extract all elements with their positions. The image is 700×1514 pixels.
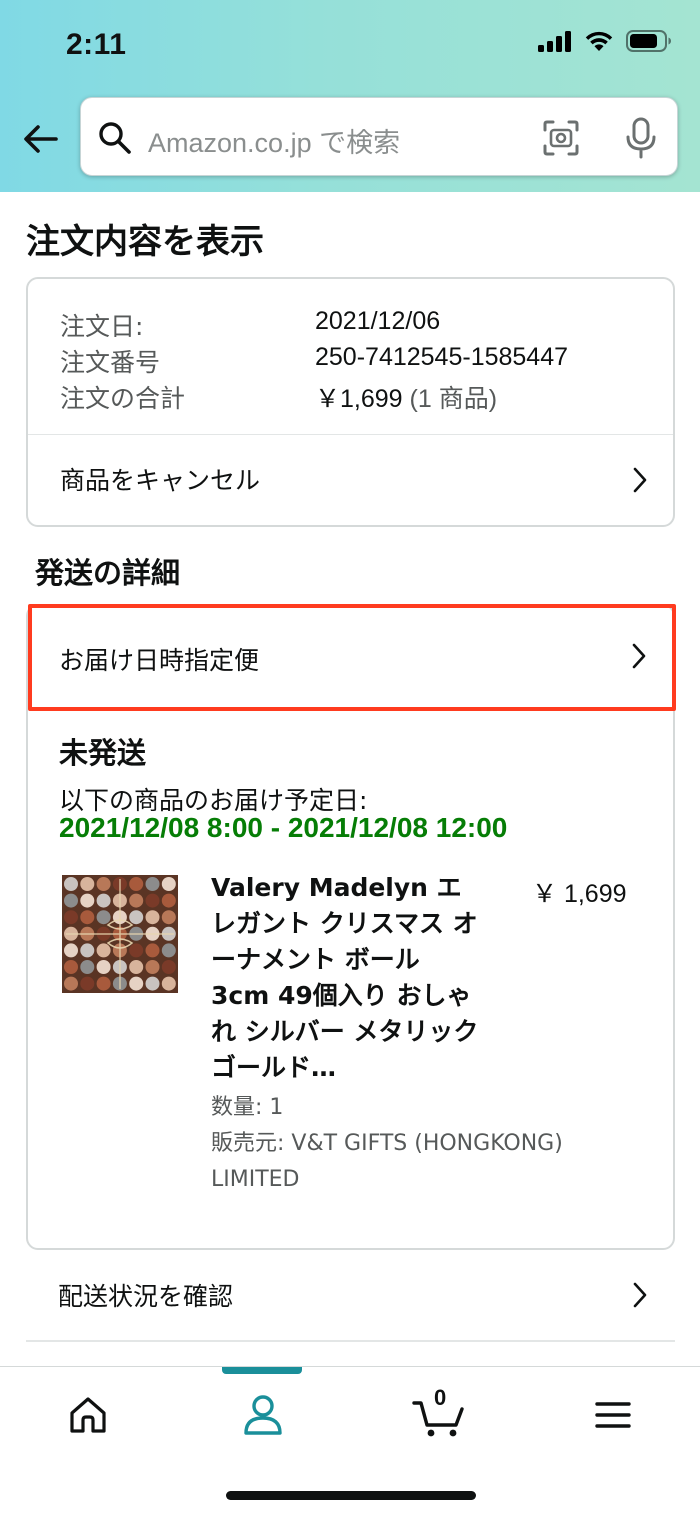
order-total-label: 注文の合計 [60, 384, 186, 413]
ornament-ball [64, 943, 78, 958]
account-icon[interactable] [237, 1389, 289, 1441]
order-number-label: 注文番号 [60, 348, 161, 377]
order-total: ￥1,699 (1 商品) [315, 379, 497, 415]
home-icon[interactable] [62, 1389, 114, 1441]
product-quantity: 数量: 1 [211, 1095, 284, 1120]
ornament-ball [161, 943, 176, 958]
ornament-ball [64, 960, 78, 974]
ornament-ball [129, 960, 144, 974]
product-image[interactable] [62, 875, 178, 993]
ornament-ball [96, 910, 111, 925]
microphone-icon[interactable] [621, 116, 661, 160]
cancel-item-label: 商品をキャンセル [60, 466, 261, 495]
delivery-method-label: お届け日時指定便 [59, 646, 260, 675]
order-total-items: (1 商品) [409, 385, 498, 413]
ornament-ball [80, 960, 95, 974]
ornament-ball [80, 976, 95, 991]
ornament-ball [64, 877, 78, 891]
order-total-value: ￥1,699 [315, 385, 403, 413]
status-icons [538, 30, 672, 52]
ornament-ball [96, 976, 111, 991]
cancel-item-row[interactable]: 商品をキャンセル [28, 435, 673, 525]
ornament-ball [145, 893, 160, 908]
product-price: ￥ 1,699 [532, 880, 627, 908]
ornament-ball [96, 893, 111, 908]
track-package-label: 配送状況を確認 [58, 1282, 234, 1311]
status-bar: 2:11 [0, 0, 700, 92]
ornament-ball [145, 943, 160, 958]
ornament-ball [161, 976, 176, 991]
search-bar[interactable]: Amazon.co.jp で検索 [80, 97, 678, 176]
product-title[interactable]: Valery Madelyn エレガント クリスマス オーナメント ボール 3c… [211, 870, 481, 1086]
ornament-ball [80, 910, 95, 925]
ornament-ball [80, 877, 95, 891]
ornament-ball [161, 893, 176, 908]
menu-icon[interactable] [587, 1389, 639, 1441]
search-input[interactable]: Amazon.co.jp で検索 [148, 121, 400, 160]
battery-icon [626, 30, 671, 52]
ornament-ball [80, 943, 95, 958]
ornament-ball [161, 877, 176, 891]
ornament-ball [129, 910, 144, 925]
app-header: 2:11 Amazon.co.jp で検索 [0, 0, 700, 192]
home-indicator [226, 1491, 476, 1500]
shipment-section-title: 発送の詳細 [35, 556, 181, 590]
back-arrow-icon[interactable] [20, 118, 62, 160]
chevron-right-icon [633, 467, 647, 493]
delivery-method-row[interactable]: お届け日時指定便 [28, 604, 676, 711]
ornament-ball [129, 943, 144, 958]
order-date-value: 2021/12/06 [315, 307, 441, 335]
ornament-ball [96, 877, 111, 891]
ornament-ball [64, 910, 78, 925]
ornament-ball [161, 960, 176, 974]
order-number-value: 250-7412545-1585447 [315, 343, 569, 371]
ornament-ball [145, 976, 160, 991]
chevron-right-icon [632, 643, 646, 669]
ornament-ball [129, 877, 144, 891]
product-seller: 販売元: V&T GIFTS (HONGKONG) [211, 1131, 563, 1156]
ornament-ball [145, 877, 160, 891]
ornament-ball [64, 976, 78, 991]
order-date-label: 注文日: [60, 312, 144, 341]
search-icon [99, 122, 131, 154]
ornament-ball [145, 910, 160, 925]
ornament-ball [129, 893, 144, 908]
order-summary-card: 注文日: 2021/12/06 注文番号 250-7412545-1585447… [26, 277, 675, 527]
product-seller-line2: LIMITED [211, 1167, 300, 1192]
cellular-signal-icon [538, 31, 571, 52]
track-package-row[interactable]: 配送状況を確認 [26, 1250, 675, 1342]
ornament-ball [96, 960, 111, 974]
ornament-ball [96, 943, 111, 958]
ornament-ball [145, 960, 160, 974]
page-title: 注文内容を表示 [26, 222, 264, 262]
ornament-ball [64, 893, 78, 908]
camera-scan-icon[interactable] [541, 118, 581, 158]
status-time: 2:11 [66, 28, 127, 61]
chevron-right-icon [633, 1282, 647, 1308]
wifi-icon [585, 31, 613, 51]
ornament-ball [80, 893, 95, 908]
ornament-ball [161, 910, 176, 925]
active-tab-indicator [222, 1367, 302, 1374]
cart-count-badge: 0 [434, 1385, 447, 1410]
delivery-window: 2021/12/08 8:00 - 2021/12/08 12:00 [59, 812, 508, 843]
shipment-status: 未発送 [59, 736, 147, 770]
ornament-ball [129, 976, 144, 991]
